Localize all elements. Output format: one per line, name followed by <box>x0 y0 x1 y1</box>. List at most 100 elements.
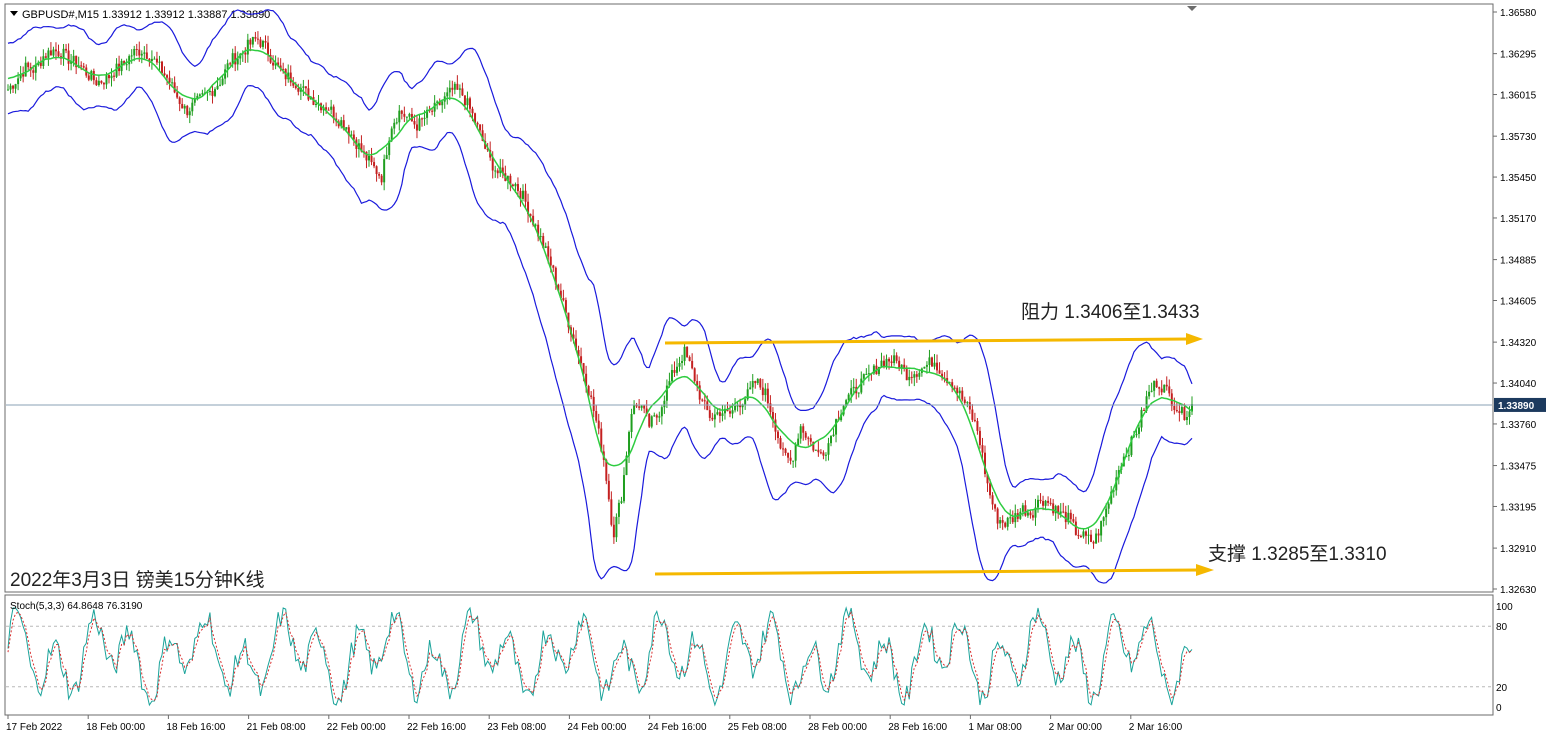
candle-body <box>264 41 267 43</box>
candle-body <box>1042 501 1045 506</box>
candle-body <box>380 175 383 183</box>
candle-body <box>688 357 691 361</box>
price-chart-svg[interactable]: GBPUSD#,M15 1.33912 1.33912 1.33887 1.33… <box>0 0 1553 744</box>
candle-body <box>756 379 759 384</box>
x-tick-label: 22 Feb 00:00 <box>327 722 386 733</box>
candle-body <box>1107 503 1110 509</box>
candle-body <box>135 48 138 50</box>
candle-body <box>759 379 762 388</box>
candle-body <box>819 452 822 454</box>
candle-body <box>314 103 317 105</box>
candle-body <box>214 89 217 96</box>
candle-body <box>494 170 497 172</box>
candle-body <box>1175 409 1178 412</box>
candle-body <box>809 438 812 442</box>
candle-body <box>678 362 681 367</box>
candle-body <box>65 48 68 51</box>
candle-body <box>961 390 964 400</box>
candle-body <box>797 438 800 445</box>
candle-body <box>415 124 418 131</box>
candle-body <box>130 55 133 57</box>
candle-body <box>110 75 113 79</box>
stoch-level-label: 100 <box>1496 602 1513 613</box>
x-tick-label: 21 Feb 08:00 <box>247 722 306 733</box>
candle-body <box>764 388 767 396</box>
candle-body <box>330 106 333 110</box>
candle-body <box>832 434 835 437</box>
candle-body <box>552 265 555 268</box>
candle-body <box>221 78 224 85</box>
candle-body <box>211 90 214 96</box>
candle-body <box>441 101 444 106</box>
candle-body <box>635 405 638 407</box>
candle-body <box>24 62 27 77</box>
candle-body <box>903 364 906 368</box>
candle-body <box>1100 521 1103 536</box>
candle-body <box>908 376 911 381</box>
candle-body <box>201 93 204 95</box>
candle-body <box>1074 521 1077 535</box>
candle-body <box>1004 522 1007 527</box>
candle-body <box>458 88 461 90</box>
candle-body <box>395 122 398 124</box>
candle-body <box>249 39 252 45</box>
candle-body <box>655 415 658 418</box>
candle-body <box>973 419 976 422</box>
candle-body <box>1062 511 1065 513</box>
x-tick-label: 17 Feb 2022 <box>6 722 63 733</box>
candle-body <box>400 110 403 114</box>
candle-body <box>910 376 913 378</box>
candle-body <box>1009 517 1012 519</box>
candle-body <box>17 78 20 85</box>
candle-body <box>1168 386 1171 394</box>
candle-body <box>47 50 50 58</box>
candle-body <box>145 52 148 59</box>
candle-body <box>1150 390 1153 392</box>
candle-body <box>751 381 754 388</box>
candle-body <box>49 50 52 56</box>
candle-body <box>1163 384 1166 393</box>
candle-body <box>158 61 161 63</box>
candle-body <box>44 56 47 58</box>
candle-body <box>703 400 706 402</box>
candle-body <box>385 155 388 160</box>
candle-body <box>686 346 689 358</box>
candle-body <box>923 366 926 369</box>
candle-body <box>850 388 853 395</box>
time-axis[interactable]: 17 Feb 2022 18 Feb 00:00 18 Feb 16:00 21 Fe… <box>6 715 1183 733</box>
candle-body <box>421 118 424 120</box>
candle-body <box>1097 533 1100 536</box>
candle-body <box>708 410 711 418</box>
candle-body <box>933 362 936 367</box>
candle-body <box>893 355 896 364</box>
candle-body <box>549 256 552 266</box>
candle-body <box>198 94 201 96</box>
candle-body <box>105 75 108 85</box>
candle-body <box>1084 531 1087 536</box>
candle-body <box>966 402 969 404</box>
candle-body <box>138 49 141 56</box>
candle-body <box>739 405 742 408</box>
candle-body <box>1044 500 1047 506</box>
candle-body <box>544 246 547 248</box>
chart-root[interactable]: GBPUSD#,M15 1.33912 1.33912 1.33887 1.33… <box>0 0 1553 744</box>
candle-body <box>607 480 610 500</box>
candle-body <box>787 452 790 458</box>
candle-body <box>640 405 643 408</box>
candle-body <box>1153 380 1156 391</box>
stoch-level-label: 80 <box>1496 622 1508 633</box>
candle-body <box>799 426 802 439</box>
candle-body <box>776 431 779 439</box>
x-tick-label: 2 Mar 00:00 <box>1049 722 1103 733</box>
candle-body <box>734 405 737 411</box>
y-tick-label: 1.35450 <box>1500 173 1537 184</box>
candle-body <box>590 395 593 397</box>
x-tick-label: 18 Feb 16:00 <box>166 722 225 733</box>
candle-body <box>918 372 921 377</box>
candle-body <box>456 83 459 90</box>
stoch-level-label: 20 <box>1496 683 1508 694</box>
candle-body <box>524 190 527 202</box>
candle-body <box>643 405 646 409</box>
candle-body <box>183 105 186 109</box>
stoch-level-label: 0 <box>1496 703 1502 714</box>
